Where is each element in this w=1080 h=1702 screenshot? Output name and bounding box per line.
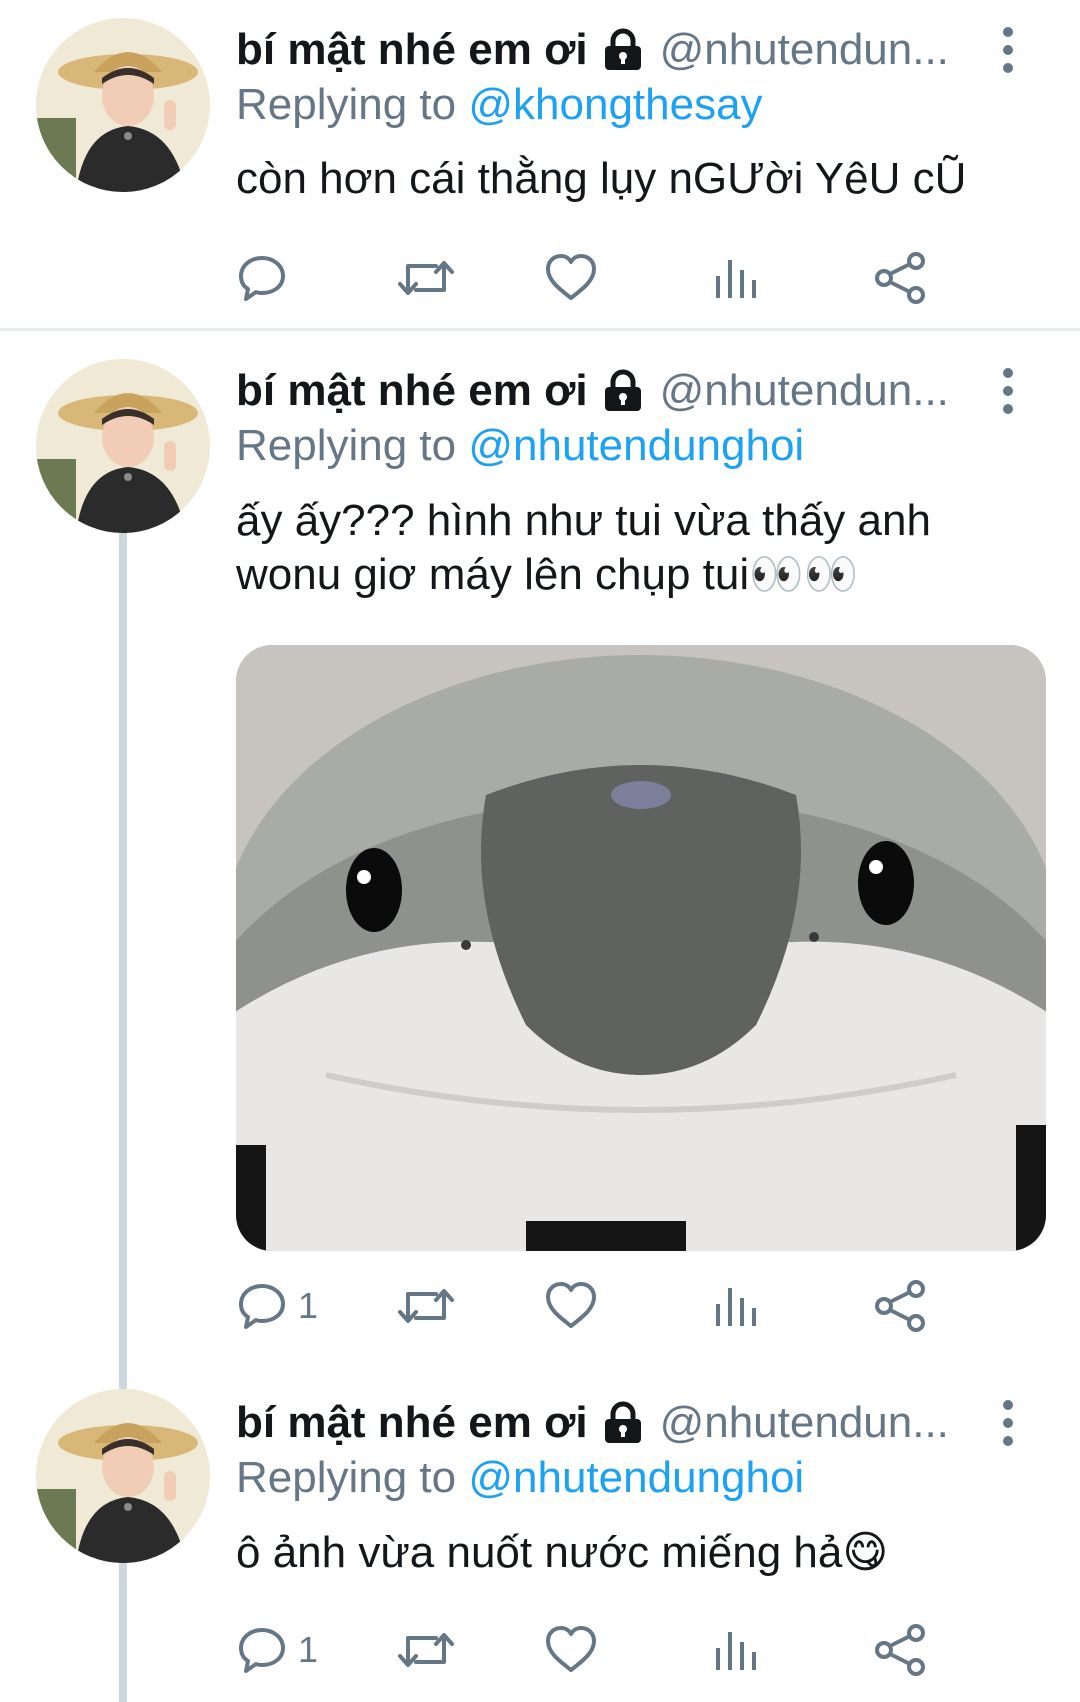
- reply-count: 1: [298, 1629, 319, 1670]
- reply-icon: [236, 1280, 288, 1332]
- tweet-text: ô ảnh vừa nuốt nước miếng hả😋: [236, 1528, 889, 1577]
- tweet-actions: 1: [236, 1276, 1026, 1336]
- display-name[interactable]: bí mật nhé em ơi: [236, 25, 588, 75]
- tweet-header: bí mật nhé em ơi @nhutendun...: [236, 1395, 949, 1451]
- reply-button[interactable]: [236, 248, 298, 308]
- lock-icon: [600, 27, 646, 73]
- analytics-icon: [714, 1280, 758, 1332]
- share-button[interactable]: [874, 1276, 928, 1336]
- share-button[interactable]: [874, 248, 928, 308]
- replying-to-label: Replying to: [236, 80, 469, 129]
- share-icon: [874, 1280, 928, 1332]
- more-vertical-icon[interactable]: [990, 363, 1026, 419]
- retweet-button[interactable]: [396, 1620, 456, 1680]
- share-icon: [874, 252, 928, 304]
- like-button[interactable]: [544, 1276, 598, 1336]
- replying-to-label: Replying to: [236, 1453, 469, 1502]
- reply-count: 1: [298, 1285, 319, 1326]
- tweet-header: bí mật nhé em ơi @nhutendun...: [236, 22, 949, 78]
- retweet-icon: [396, 1280, 456, 1332]
- more-vertical-icon[interactable]: [990, 22, 1026, 78]
- share-button[interactable]: [874, 1620, 928, 1680]
- retweet-button[interactable]: [396, 248, 456, 308]
- analytics-button[interactable]: [714, 1620, 758, 1680]
- like-icon: [544, 1624, 598, 1676]
- tweet[interactable]: bí mật nhé em ơi @nhutendun... Replying …: [0, 1364, 1080, 1702]
- tweet-header: bí mật nhé em ơi @nhutendun...: [236, 363, 949, 419]
- avatar[interactable]: [36, 1389, 210, 1563]
- display-name[interactable]: bí mật nhé em ơi: [236, 1398, 588, 1448]
- reply-button[interactable]: 1: [236, 1276, 318, 1336]
- replying-to-line: Replying to @nhutendunghoi: [236, 1453, 804, 1503]
- tweet[interactable]: bí mật nhé em ơi @nhutendun... Replying …: [0, 334, 1080, 1364]
- lock-icon: [600, 1400, 646, 1446]
- analytics-button[interactable]: [714, 248, 758, 308]
- replying-to-label: Replying to: [236, 421, 469, 470]
- like-button[interactable]: [544, 1620, 598, 1680]
- analytics-icon: [714, 1624, 758, 1676]
- tweet-actions: 1: [236, 1620, 1026, 1680]
- avatar[interactable]: [36, 359, 210, 533]
- like-icon: [544, 1280, 598, 1332]
- analytics-button[interactable]: [714, 1276, 758, 1336]
- tweet-text: còn hơn cái thằng lụy nGƯời YêU cŨ: [236, 154, 967, 203]
- replying-to-mention[interactable]: @khongthesay: [468, 80, 762, 129]
- tweet-image[interactable]: [236, 645, 1046, 1251]
- avatar[interactable]: [36, 18, 210, 192]
- replying-to-line: Replying to @khongthesay: [236, 80, 763, 130]
- share-icon: [874, 1624, 928, 1676]
- reply-icon: [236, 1624, 288, 1676]
- retweet-icon: [396, 252, 456, 304]
- reply-icon: [236, 252, 288, 304]
- display-name[interactable]: bí mật nhé em ơi: [236, 366, 588, 416]
- replying-to-line: Replying to @nhutendunghoi: [236, 421, 804, 471]
- tweet-text: ấy ấy??? hình như tui vừa thấy anh wonu …: [236, 496, 931, 599]
- tweet-actions: [236, 248, 1026, 308]
- like-button[interactable]: [544, 248, 598, 308]
- replying-to-mention[interactable]: @nhutendunghoi: [468, 1453, 804, 1502]
- handle[interactable]: @nhutendun...: [660, 366, 949, 416]
- tweet[interactable]: bí mật nhé em ơi @nhutendun... Replying …: [0, 0, 1080, 330]
- reply-button[interactable]: 1: [236, 1620, 318, 1680]
- lock-icon: [600, 368, 646, 414]
- like-icon: [544, 252, 598, 304]
- tweet-divider: [0, 328, 1080, 331]
- more-vertical-icon[interactable]: [990, 1395, 1026, 1451]
- replying-to-mention[interactable]: @nhutendunghoi: [468, 421, 804, 470]
- handle[interactable]: @nhutendun...: [660, 1398, 949, 1448]
- retweet-button[interactable]: [396, 1276, 456, 1336]
- handle[interactable]: @nhutendun...: [660, 25, 949, 75]
- analytics-icon: [714, 252, 758, 304]
- retweet-icon: [396, 1624, 456, 1676]
